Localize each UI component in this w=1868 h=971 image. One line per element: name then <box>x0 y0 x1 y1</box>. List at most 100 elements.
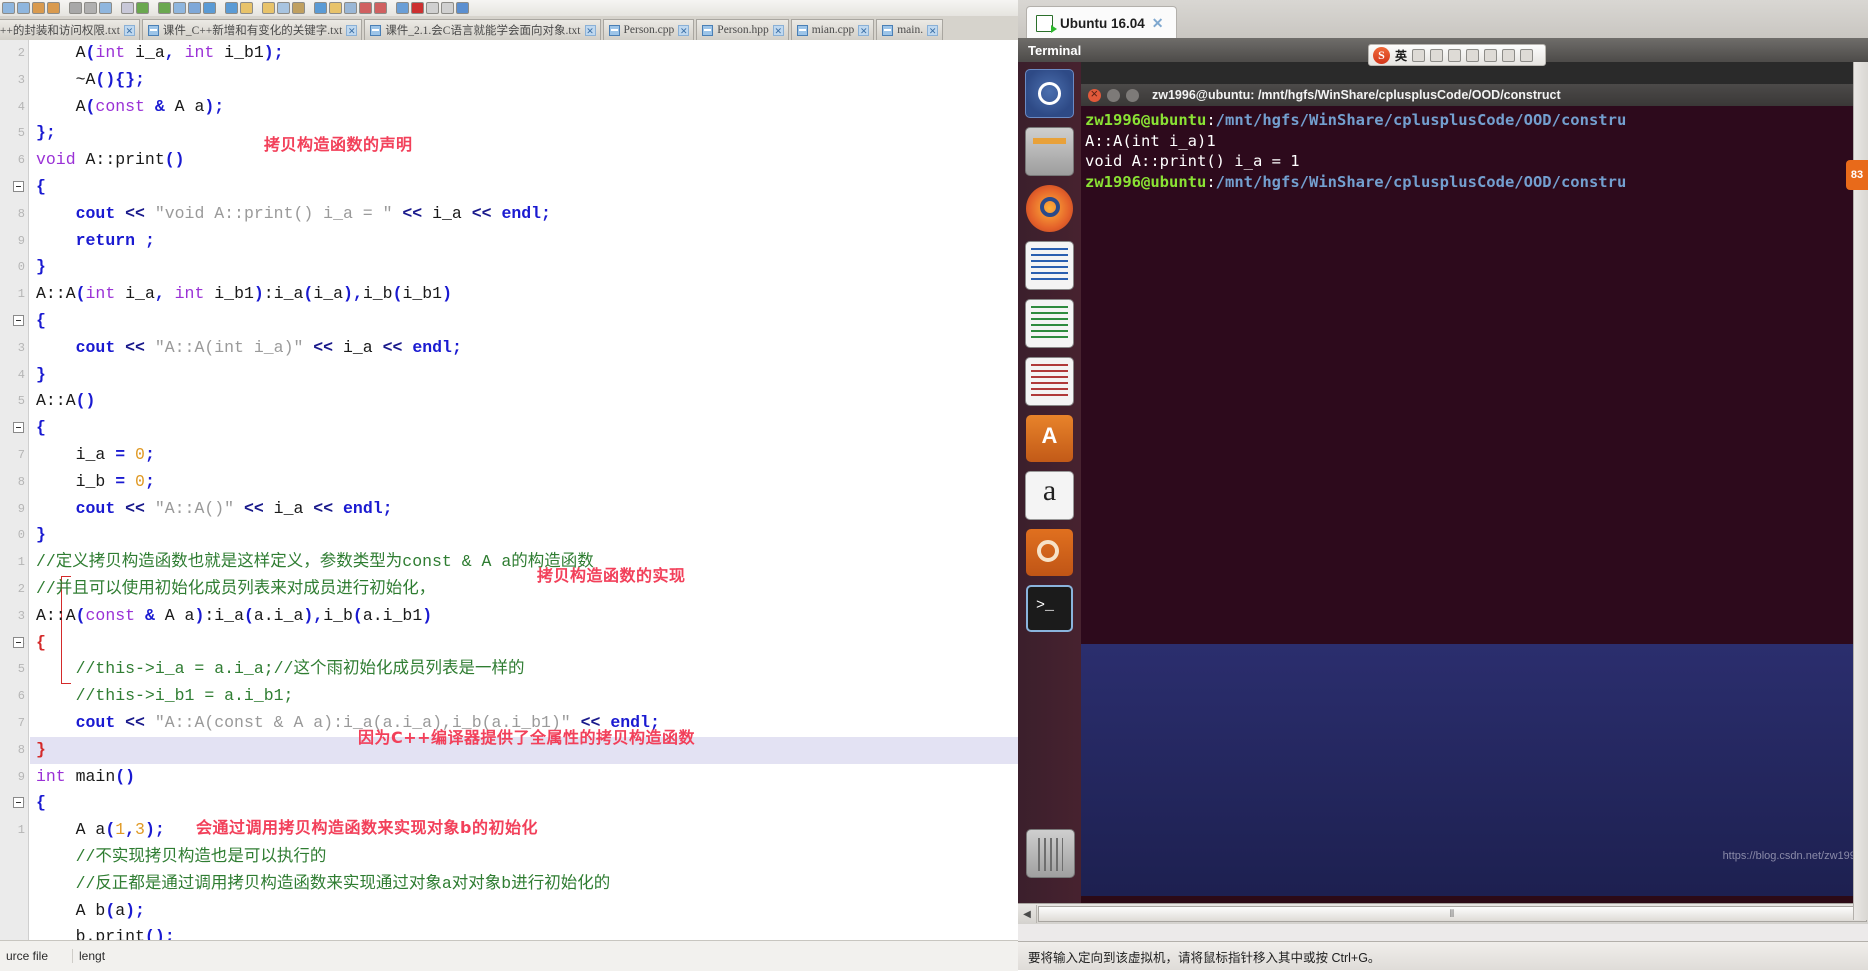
print-icon[interactable] <box>47 2 60 14</box>
record-icon[interactable] <box>396 2 409 14</box>
code-line[interactable]: A(int i_a, int i_b1); <box>30 40 1018 67</box>
lock-icon[interactable] <box>225 2 238 14</box>
copy-icon[interactable] <box>84 2 97 14</box>
grid-icon[interactable] <box>158 2 171 14</box>
undo-redo-icon[interactable] <box>32 2 45 14</box>
code-line[interactable]: void A::print() <box>30 147 1018 174</box>
terminal-output[interactable]: zw1996@ubuntu:/mnt/hgfs/WinShare/cpluspl… <box>1081 106 1868 644</box>
save-all-icon[interactable] <box>17 2 30 14</box>
grid-icon[interactable] <box>1520 48 1534 62</box>
help-icon[interactable] <box>426 2 439 14</box>
code-line[interactable]: i_a = 0; <box>30 442 1018 469</box>
link-icon[interactable] <box>344 2 357 14</box>
code-line[interactable]: A::A(int i_a, int i_b1):i_a(i_a),i_b(i_b… <box>30 281 1018 308</box>
code-line[interactable]: { <box>13 174 1018 201</box>
window-minimize-icon[interactable] <box>1107 88 1120 102</box>
code-line[interactable]: }; <box>30 120 1018 147</box>
calc-icon[interactable] <box>1025 299 1074 348</box>
amazon-icon[interactable] <box>1025 471 1074 520</box>
info-icon[interactable] <box>314 2 327 14</box>
globe-icon[interactable] <box>374 2 387 14</box>
system-settings-icon[interactable] <box>1026 529 1073 576</box>
bookmark-icon[interactable] <box>262 2 275 14</box>
code-line[interactable]: A(const & A a); <box>30 94 1018 121</box>
stop-icon[interactable] <box>411 2 424 14</box>
sort-icon[interactable] <box>277 2 290 14</box>
keyboard-icon[interactable] <box>1466 48 1480 62</box>
undo-icon[interactable] <box>121 2 134 14</box>
scroll-left-arrow-icon[interactable]: ◀ <box>1018 905 1037 923</box>
unity-launcher[interactable] <box>1018 62 1081 924</box>
fold-toggle-icon[interactable] <box>13 797 24 809</box>
mic-icon[interactable] <box>1448 48 1462 62</box>
code-line[interactable]: } <box>30 254 1018 281</box>
paste-icon[interactable] <box>99 2 112 14</box>
comma-icon[interactable] <box>1412 48 1426 62</box>
code-line[interactable]: { <box>13 630 1018 657</box>
code-line[interactable]: A::A(const & A a):i_a(a.i_a),i_b(a.i_b1) <box>30 603 1018 630</box>
impress-icon[interactable] <box>1025 357 1074 406</box>
smiley-icon[interactable] <box>1430 48 1444 62</box>
code-line[interactable]: i_b = 0; <box>30 469 1018 496</box>
close-icon[interactable]: ✕ <box>772 24 784 36</box>
code-line[interactable]: return ; <box>30 228 1018 255</box>
editor-tab-strip[interactable]: 2.2.C++的封装和访问权限.txt✕课件_C++新增和有变化的关键字.txt… <box>0 16 1018 41</box>
fold-toggle-icon[interactable] <box>13 180 24 192</box>
guest-horizontal-scrollbar[interactable]: ◀ ⦀ <box>1018 903 1868 924</box>
search-icon[interactable] <box>188 2 201 14</box>
fold-toggle-icon[interactable] <box>13 636 24 648</box>
redo-icon[interactable] <box>136 2 149 14</box>
settings-icon[interactable] <box>1502 48 1516 62</box>
close-icon[interactable]: ✕ <box>584 24 596 36</box>
editor-tab[interactable]: main. ✕ <box>876 19 944 40</box>
editor-tab[interactable]: 2.2.C++的封装和访问权限.txt✕ <box>0 19 140 40</box>
ubuntu-dash-icon[interactable] <box>1025 69 1074 118</box>
code-line[interactable]: A b(a); <box>30 898 1018 925</box>
code-line[interactable]: b.print(); <box>30 924 1018 940</box>
cut-icon[interactable] <box>69 2 82 14</box>
toolbox-icon[interactable] <box>1484 48 1498 62</box>
code-line[interactable]: //不实现拷贝构造也是可以执行的 <box>30 844 1018 871</box>
code-line[interactable]: A::A() <box>30 388 1018 415</box>
editor-tab[interactable]: Person.cpp ✕ <box>602 19 695 40</box>
fold-toggle-icon[interactable] <box>13 314 24 326</box>
code-line[interactable]: { <box>13 415 1018 442</box>
trash-icon[interactable] <box>1026 829 1075 878</box>
code-line[interactable]: //反正都是通过调用拷贝构造函数来实现通过对象a对对象b进行初始化的 <box>30 871 1018 898</box>
close-icon[interactable]: ✕ <box>678 24 690 36</box>
save-icon[interactable] <box>2 2 15 14</box>
vm-tab-ubuntu[interactable]: Ubuntu 16.04 ✕ <box>1026 6 1177 39</box>
code-line[interactable]: } <box>30 522 1018 549</box>
ime-mode-label[interactable]: 英 <box>1395 47 1407 64</box>
editor-tab[interactable]: mian.cpp ✕ <box>790 19 875 40</box>
outline-icon[interactable] <box>292 2 305 14</box>
firefox-icon[interactable] <box>1026 185 1073 232</box>
files-icon[interactable] <box>1025 127 1074 176</box>
scroll-thumb[interactable]: ⦀ <box>1038 906 1867 922</box>
image-icon[interactable] <box>359 2 372 14</box>
ime-toolbar[interactable]: S 英 <box>1368 44 1546 66</box>
vmware-vertical-scrollbar[interactable] <box>1853 62 1868 920</box>
writer-icon[interactable] <box>1025 241 1074 290</box>
highlight-icon[interactable] <box>329 2 342 14</box>
close-icon[interactable]: ✕ <box>927 24 939 36</box>
code-line[interactable]: { <box>13 308 1018 335</box>
symbol-icon[interactable] <box>173 2 186 14</box>
code-line[interactable]: //this->i_b1 = a.i_b1; <box>30 683 1018 710</box>
code-line[interactable]: cout << "void A::print() i_a = " << i_a … <box>30 201 1018 228</box>
code-editor[interactable]: 234567890123456789012345678901 A(int i_a… <box>0 40 1018 940</box>
close-icon[interactable]: ✕ <box>858 24 870 36</box>
code-line[interactable]: cout << "A::A()" << i_a << endl; <box>30 496 1018 523</box>
code-line[interactable]: //this->i_a = a.i_a;//这个雨初始化成员列表是一样的 <box>30 656 1018 683</box>
code-line[interactable]: //定义拷贝构造函数也就是这样定义，参数类型为const & A a的构造函数 <box>30 549 1018 576</box>
browse-icon[interactable] <box>441 2 454 14</box>
window-close-icon[interactable] <box>1088 86 1101 102</box>
guest-screen[interactable]: zw1996@ubuntu: /mnt/hgfs/WinShare/cplusp… <box>1018 62 1868 924</box>
code-line[interactable]: cout << "A::A(int i_a)" << i_a << endl; <box>30 335 1018 362</box>
close-icon[interactable]: ✕ <box>346 24 358 36</box>
close-icon[interactable]: ✕ <box>1152 15 1164 32</box>
window-icon[interactable] <box>456 2 469 14</box>
close-icon[interactable]: ✕ <box>123 24 135 36</box>
code-line[interactable]: int main() <box>30 764 1018 791</box>
code-line[interactable]: } <box>30 362 1018 389</box>
